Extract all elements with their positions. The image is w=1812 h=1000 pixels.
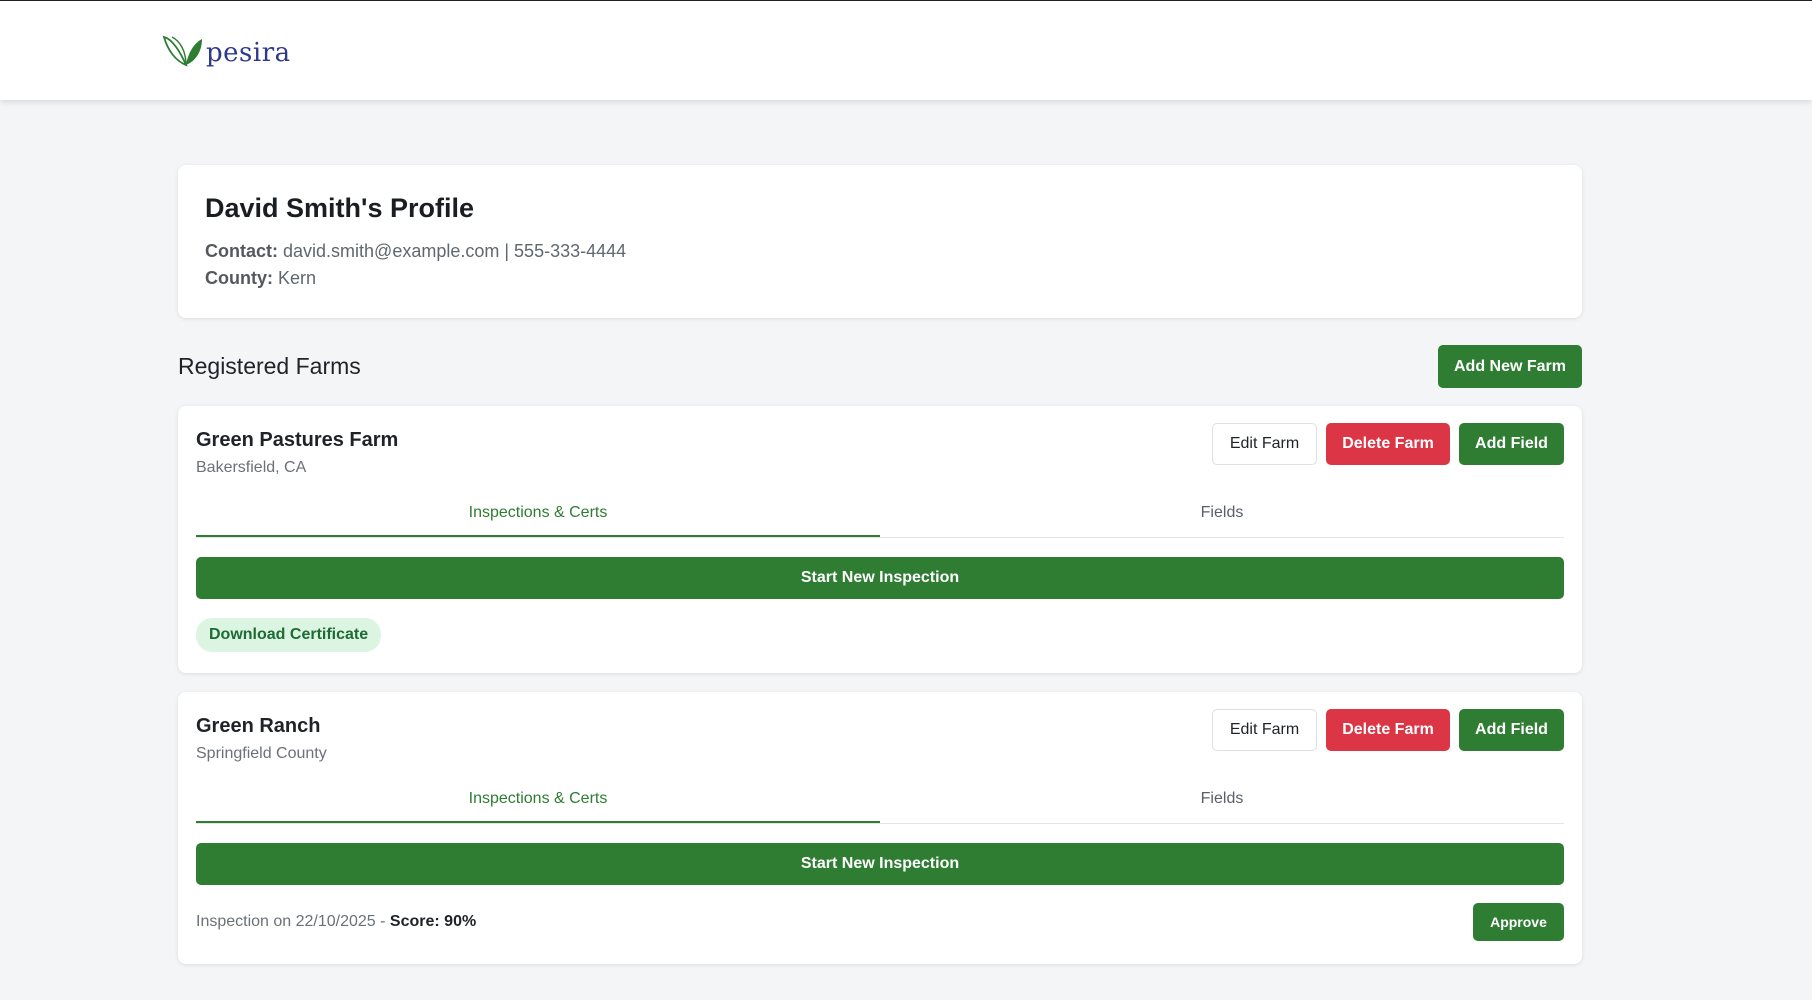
add-new-farm-button[interactable]: Add New Farm — [1438, 345, 1582, 388]
farm-tabs: Inspections & Certs Fields — [196, 493, 1564, 538]
delete-farm-button[interactable]: Delete Farm — [1326, 709, 1450, 751]
contact-line: Contact: david.smith@example.com | 555-3… — [205, 238, 1555, 265]
edit-farm-button[interactable]: Edit Farm — [1212, 423, 1317, 465]
farm-actions: Edit Farm Delete Farm Add Field — [1212, 423, 1564, 465]
contact-value: david.smith@example.com | 555-333-4444 — [283, 241, 627, 261]
edit-farm-button[interactable]: Edit Farm — [1212, 709, 1317, 751]
county-label: County: — [205, 268, 273, 288]
county-value: Kern — [278, 268, 317, 288]
farm-location: Springfield County — [196, 745, 327, 762]
inspection-date-text: Inspection on 22/10/2025 - — [196, 913, 390, 930]
contact-label: Contact: — [205, 241, 278, 261]
profile-card: David Smith's Profile Contact: david.smi… — [178, 165, 1582, 318]
tab-inspections-certs[interactable]: Inspections & Certs — [196, 779, 880, 823]
farm-header: Green Ranch Springfield County Edit Farm… — [196, 709, 1564, 779]
farms-section-header: Registered Farms Add New Farm — [178, 345, 1582, 388]
farm-header: Green Pastures Farm Bakersfield, CA Edit… — [196, 423, 1564, 493]
farm-name: Green Ranch — [196, 715, 321, 737]
start-new-inspection-button[interactable]: Start New Inspection — [196, 557, 1564, 599]
section-title: Registered Farms — [178, 353, 361, 379]
profile-title: David Smith's Profile — [205, 193, 474, 223]
farm-tabs: Inspections & Certs Fields — [196, 779, 1564, 824]
tab-fields[interactable]: Fields — [880, 779, 1564, 823]
farm-name: Green Pastures Farm — [196, 429, 399, 451]
county-line: County: Kern — [205, 265, 1555, 292]
leaf-logo-icon — [162, 33, 204, 74]
delete-farm-button[interactable]: Delete Farm — [1326, 423, 1450, 465]
farm-card: Green Ranch Springfield County Edit Farm… — [178, 692, 1582, 964]
farm-actions: Edit Farm Delete Farm Add Field — [1212, 709, 1564, 751]
tab-fields[interactable]: Fields — [880, 493, 1564, 537]
inspection-row: Inspection on 22/10/2025 - Score: 90% Ap… — [196, 903, 1564, 941]
inspection-summary: Inspection on 22/10/2025 - Score: 90% — [196, 913, 476, 931]
tab-inspections-certs[interactable]: Inspections & Certs — [196, 493, 880, 537]
main-content: David Smith's Profile Contact: david.smi… — [178, 165, 1582, 983]
farm-card: Green Pastures Farm Bakersfield, CA Edit… — [178, 406, 1582, 673]
farm-info: Green Pastures Farm Bakersfield, CA — [196, 423, 398, 477]
logo[interactable]: pesira — [162, 33, 291, 73]
approve-button[interactable]: Approve — [1473, 903, 1564, 941]
inspection-score: Score: 90% — [389, 913, 477, 930]
add-field-button[interactable]: Add Field — [1459, 709, 1564, 751]
farm-location: Bakersfield, CA — [196, 459, 307, 476]
download-certificate-button[interactable]: Download Certificate — [196, 618, 382, 652]
top-navbar: pesira — [0, 0, 1812, 100]
add-field-button[interactable]: Add Field — [1459, 423, 1564, 465]
start-new-inspection-button[interactable]: Start New Inspection — [196, 843, 1564, 885]
farm-info: Green Ranch Springfield County — [196, 709, 327, 763]
logo-text: pesira — [206, 38, 291, 68]
